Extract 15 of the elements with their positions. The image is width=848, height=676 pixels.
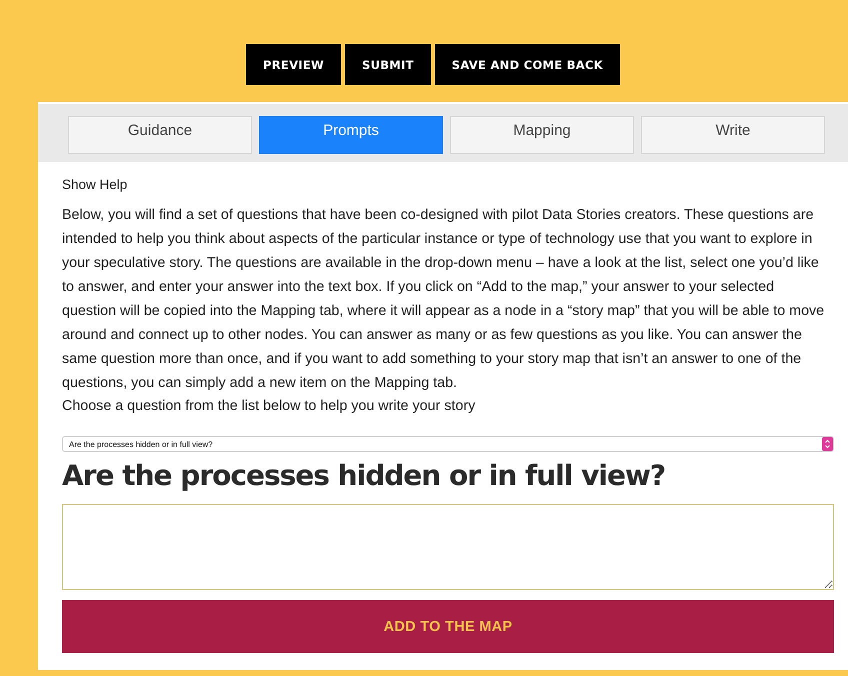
intro-paragraph: Below, you will find a set of questions that have been co-designed with pilot Data Stories creators. These questions are intended to help you think about aspects of the particular instance or type of technology use that you want to explore in your speculative story. The questions are available in the drop-down menu – have a look at the list, select one you’d like to answer, and enter your answer into the text box. If you click on “Add to the map,” your answer to your selected question will be copied into the Mapping tab, where it will appear as a node in a “story map” that you will be able to move around and connect up to other nodes. You can answer as many or as few questions as you like. You can answer the same question more than once, and if you want to add something to your story map that isn’t an answer to one of the questions, you can simply add a new item on the Mapping tab.	[62, 206, 826, 393]
action-button[interactable]: PREVIEW	[246, 44, 342, 85]
show-help-link[interactable]: Show Help	[62, 177, 834, 192]
question-heading: Are the processes hidden or in full view?	[62, 459, 666, 492]
dropdown-arrow-icon	[822, 437, 833, 451]
action-button[interactable]: SAVE AND COME BACK	[434, 44, 620, 85]
action-button[interactable]: SUBMIT	[345, 44, 431, 85]
tab[interactable]: Guidance	[68, 116, 252, 154]
question-select[interactable]: Are the processes hidden or in full view?	[62, 436, 834, 452]
tab[interactable]: Write	[641, 116, 825, 154]
instruction-text: Choose a question from the list below to help you write your story	[62, 397, 476, 416]
answer-field[interactable]	[62, 504, 834, 590]
tab[interactable]: Mapping	[450, 116, 634, 154]
add-to-map-button[interactable]: ADD TO THE MAP	[62, 600, 834, 653]
tab[interactable]: Prompts	[259, 116, 443, 154]
